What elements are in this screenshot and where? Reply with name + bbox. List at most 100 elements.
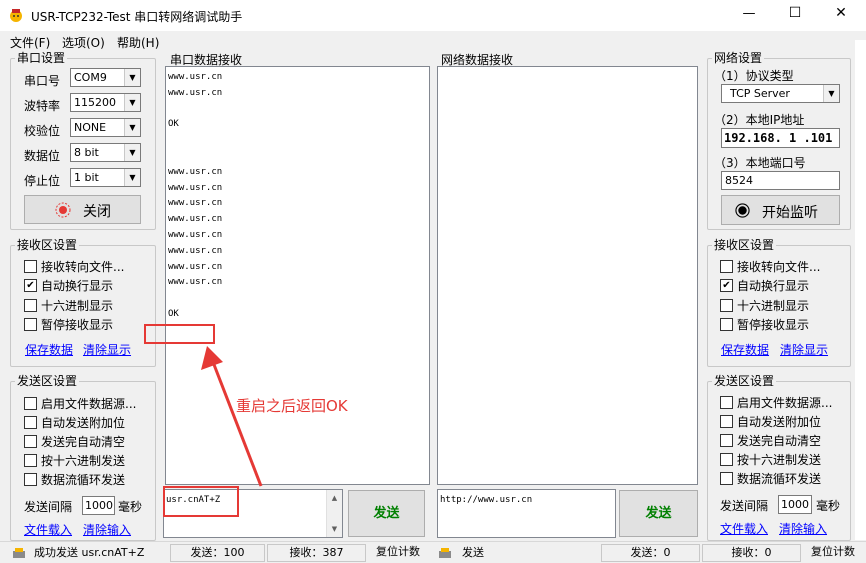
serial-close-label: 关闭 xyxy=(83,204,111,220)
status-left-recv: 接收：387 xyxy=(267,544,366,562)
net-send-input[interactable]: http://www.usr.cn xyxy=(437,489,616,538)
clear-display-link-right[interactable]: 清除显示 xyxy=(780,341,828,358)
net-send-button[interactable]: 发送 xyxy=(619,490,698,537)
auto-clear-checkbox-left[interactable]: 发送完自动清空 xyxy=(24,435,125,449)
start-listen-button[interactable]: 开始监听 xyxy=(721,195,840,225)
serial-recv-line: www.usr.cn xyxy=(168,277,223,288)
databits-select[interactable]: 8 bit ▼ xyxy=(70,143,141,162)
send-interval-input-left[interactable]: 1000 xyxy=(82,496,115,515)
parity-label: 校验位 xyxy=(24,124,61,138)
pause-display-checkbox-right[interactable]: 暂停接收显示 xyxy=(720,318,809,332)
serial-recv-line: OK xyxy=(168,119,179,130)
maximize-button[interactable]: ☐ xyxy=(772,5,818,21)
serial-send-scrollbar[interactable]: ▲ ▼ xyxy=(326,490,342,537)
stopbits-select[interactable]: 1 bit ▼ xyxy=(70,168,141,187)
chevron-down-icon: ▼ xyxy=(124,119,140,136)
file-load-link-left[interactable]: 文件载入 xyxy=(24,521,72,538)
file-load-link-right[interactable]: 文件载入 xyxy=(720,520,768,537)
append-bits-checkbox-left[interactable]: 自动发送附加位 xyxy=(24,416,125,430)
auto-wrap-checkbox-left[interactable]: ✔ 自动换行显示 xyxy=(24,279,113,293)
minimize-button[interactable]: — xyxy=(726,6,772,21)
clear-input-link-left[interactable]: 清除输入 xyxy=(83,521,131,538)
pause-display-checkbox-left[interactable]: 暂停接收显示 xyxy=(24,318,113,332)
scroll-up-icon: ▲ xyxy=(331,494,338,502)
net-send-text: http://www.usr.cn xyxy=(440,495,533,505)
net-recv-textarea[interactable] xyxy=(437,66,698,485)
serial-recv-line: www.usr.cn xyxy=(168,214,223,225)
chevron-down-icon: ▼ xyxy=(124,144,140,161)
start-listen-label: 开始监听 xyxy=(762,205,818,221)
hex-display-checkbox-left[interactable]: 十六进制显示 xyxy=(24,299,113,313)
serial-recv-line xyxy=(168,133,427,149)
background-window-edge xyxy=(855,40,866,540)
file-source-checkbox-left[interactable]: 启用文件数据源... xyxy=(24,397,136,411)
loop-send-checkbox-left[interactable]: 数据流循环发送 xyxy=(24,473,125,487)
send-interval-label-right: 发送间隔 xyxy=(720,499,769,513)
baud-label: 波特率 xyxy=(24,99,61,113)
chevron-down-icon: ▼ xyxy=(124,169,140,186)
serial-send-button[interactable]: 发送 xyxy=(348,490,425,537)
serial-recv-line: www.usr.cn xyxy=(168,182,223,193)
status-right-icon xyxy=(438,546,452,560)
parity-select[interactable]: NONE ▼ xyxy=(70,118,141,137)
serial-close-button[interactable]: 关闭 xyxy=(24,195,141,224)
clear-input-link-right[interactable]: 清除输入 xyxy=(779,520,827,537)
send-interval-unit-left: 毫秒 xyxy=(118,500,143,514)
close-button[interactable]: ✕ xyxy=(818,5,864,21)
recv-settings-left-title: 接收区设置 xyxy=(15,238,80,252)
serial-recv-line: OK xyxy=(168,308,179,319)
status-left-sent: 发送：100 xyxy=(170,544,265,562)
ip-input[interactable]: 192.168. 1 .101 xyxy=(721,128,840,148)
file-source-checkbox-right[interactable]: 启用文件数据源... xyxy=(720,396,832,410)
chevron-down-icon: ▼ xyxy=(124,69,140,86)
port-select[interactable]: COM9 ▼ xyxy=(70,68,141,87)
append-bits-checkbox-right[interactable]: 自动发送附加位 xyxy=(720,415,821,429)
status-left-text: 成功发送 usr.cnAT+Z xyxy=(34,546,145,559)
status-right-sent: 发送：0 xyxy=(601,544,700,562)
title-bar: USR-TCP232-Test 串口转网络调试助手 — ☐ ✕ xyxy=(0,0,866,31)
recv-to-file-checkbox-right[interactable]: 接收转向文件... xyxy=(720,260,820,274)
databits-label: 数据位 xyxy=(24,149,61,163)
send-interval-label-left: 发送间隔 xyxy=(24,500,73,514)
local-port-input[interactable]: 8524 xyxy=(721,171,840,190)
serial-recv-line: www.usr.cn xyxy=(168,87,223,98)
menu-bar: 文件(F) 选项(O) 帮助(H) xyxy=(0,31,866,51)
menu-file[interactable]: 文件(F) xyxy=(10,34,50,51)
chevron-down-icon: ▼ xyxy=(124,94,140,111)
recv-to-file-checkbox-left[interactable]: 接收转向文件... xyxy=(24,260,124,274)
status-right-reset[interactable]: 复位计数 xyxy=(803,544,863,562)
protocol-label: （1）协议类型 xyxy=(714,69,794,83)
hex-send-checkbox-left[interactable]: 按十六进制发送 xyxy=(24,454,125,468)
auto-wrap-checkbox-right[interactable]: ✔ 自动换行显示 xyxy=(720,279,809,293)
status-left-reset[interactable]: 复位计数 xyxy=(368,544,428,562)
serial-recv-line: www.usr.cn xyxy=(168,72,223,82)
app-window: USR-TCP232-Test 串口转网络调试助手 — ☐ ✕ 文件(F) 选项… xyxy=(0,0,866,563)
auto-clear-checkbox-right[interactable]: 发送完自动清空 xyxy=(720,434,821,448)
hex-send-checkbox-right[interactable]: 按十六进制发送 xyxy=(720,453,821,467)
annotation-text: 重启之后返回OK xyxy=(236,397,348,415)
loop-send-checkbox-right[interactable]: 数据流循环发送 xyxy=(720,472,821,486)
save-data-link-left[interactable]: 保存数据 xyxy=(25,341,73,358)
save-data-link-right[interactable]: 保存数据 xyxy=(721,341,769,358)
serial-recv-line: www.usr.cn xyxy=(168,166,223,177)
status-left-icon xyxy=(12,546,26,560)
serial-recv-line: www.usr.cn xyxy=(168,198,223,209)
serial-recv-line: www.usr.cn xyxy=(168,261,223,272)
protocol-select[interactable]: TCP Server ▼ xyxy=(721,84,840,103)
hex-display-checkbox-right[interactable]: 十六进制显示 xyxy=(720,299,809,313)
clear-display-link-left[interactable]: 清除显示 xyxy=(83,341,131,358)
menu-help[interactable]: 帮助(H) xyxy=(117,34,159,51)
send-interval-unit-right: 毫秒 xyxy=(816,499,841,513)
annotation-input-box xyxy=(163,486,239,517)
serial-recv-line xyxy=(168,291,427,307)
send-interval-input-right[interactable]: 1000 xyxy=(778,495,812,514)
stopbits-label: 停止位 xyxy=(24,174,61,188)
port-label: 串口号 xyxy=(24,74,61,88)
menu-options[interactable]: 选项(O) xyxy=(62,34,105,51)
baud-select[interactable]: 115200 ▼ xyxy=(70,93,141,112)
chevron-down-icon: ▼ xyxy=(823,85,839,102)
scroll-down-icon: ▼ xyxy=(331,525,338,533)
serial-recv-line xyxy=(168,149,427,165)
serial-recv-content: www.usr.cn www.usr.cn OK www.usr.cn www.usr.… xyxy=(168,70,427,323)
recv-settings-right-title: 接收区设置 xyxy=(712,238,777,252)
